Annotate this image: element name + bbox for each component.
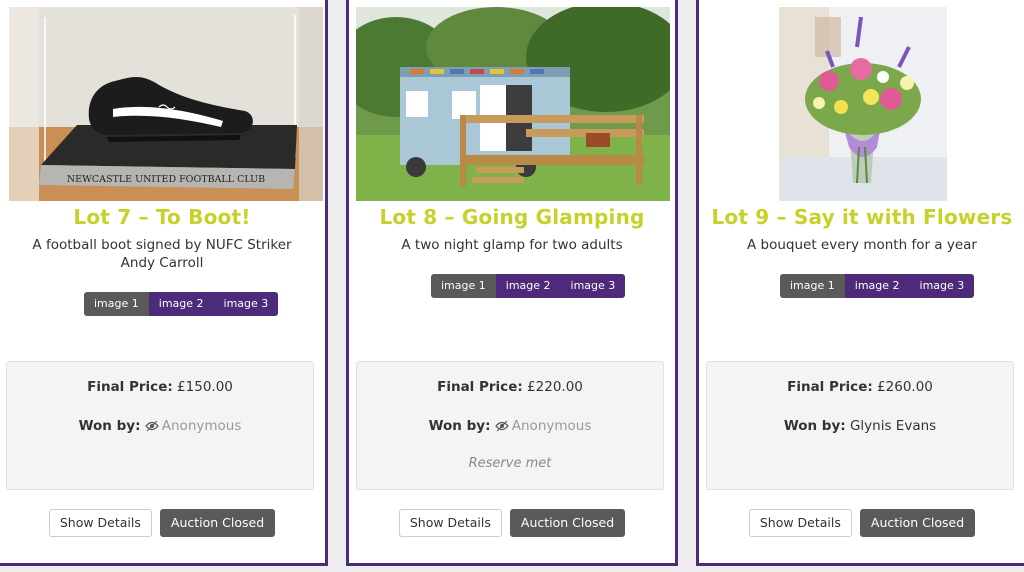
image-tabs: image 1 image 2 image 3: [431, 274, 626, 298]
final-price-label: Final Price:: [87, 379, 173, 395]
lot-description: A two night glamp for two adults: [401, 237, 623, 253]
auction-closed-button[interactable]: Auction Closed: [859, 509, 976, 537]
lot-title[interactable]: Lot 8 – Going Glamping: [349, 205, 675, 229]
lot-description: A bouquet every month for a year: [746, 237, 977, 253]
card-actions: Show Details Auction Closed: [699, 509, 1024, 537]
lot-description: A football boot signed by NUFC Striker A…: [32, 237, 292, 271]
final-price-label: Final Price:: [787, 379, 873, 395]
card-actions: Show Details Auction Closed: [349, 509, 675, 537]
image-tab-1[interactable]: image 1: [431, 274, 496, 298]
final-price-value: £220.00: [527, 379, 583, 395]
won-by-row: Won by: Anonymous: [357, 418, 663, 436]
auction-result-panel: Final Price: £150.00 Won by: Anonymous: [6, 361, 314, 490]
image-tabs: image 1 image 2 image 3: [84, 292, 279, 316]
lot-9-image-flower-bouquet[interactable]: [779, 7, 947, 201]
image-tab-3[interactable]: image 3: [909, 274, 975, 298]
show-details-button[interactable]: Show Details: [398, 509, 502, 537]
eye-icon: [144, 420, 159, 436]
lot-title[interactable]: Lot 9 – Say it with Flowers: [699, 205, 1024, 229]
image-tab-1[interactable]: image 1: [780, 274, 845, 298]
lot-8-image-shepherd-hut[interactable]: [356, 7, 670, 201]
won-by-label: Won by:: [428, 418, 491, 434]
final-price-label: Final Price:: [437, 379, 523, 395]
show-details-button[interactable]: Show Details: [748, 509, 852, 537]
lot-card-7: NEWCASTLE UNITED FOOTBALL CLUB Lot 7 – T…: [0, 0, 328, 566]
auction-result-panel: Final Price: £260.00 Won by: Glynis Evan…: [706, 361, 1014, 490]
image-tab-3[interactable]: image 3: [560, 274, 626, 298]
final-price-value: £260.00: [877, 379, 933, 395]
winner-name: Glynis Evans: [849, 418, 937, 434]
image-tab-3[interactable]: image 3: [213, 292, 279, 316]
image-tab-2[interactable]: image 2: [844, 274, 910, 298]
final-price-row: Final Price: £150.00: [7, 379, 313, 395]
card-actions: Show Details Auction Closed: [0, 509, 325, 537]
lot-card-9: Lot 9 – Say it with Flowers A bouquet ev…: [696, 0, 1024, 566]
auction-closed-button[interactable]: Auction Closed: [159, 509, 276, 537]
auction-closed-button[interactable]: Auction Closed: [509, 509, 626, 537]
image-tab-1[interactable]: image 1: [84, 292, 149, 316]
auction-result-panel: Final Price: £220.00 Won by: Anonymous R…: [356, 361, 664, 490]
won-by-label: Won by:: [78, 418, 141, 434]
eye-icon: [494, 420, 509, 436]
lot-7-image-football-boot[interactable]: NEWCASTLE UNITED FOOTBALL CLUB: [9, 7, 323, 201]
winner-name: Anonymous: [161, 418, 242, 434]
won-by-row: Won by: Glynis Evans: [707, 418, 1013, 434]
show-details-button[interactable]: Show Details: [48, 509, 152, 537]
image-tabs: image 1 image 2 image 3: [780, 274, 975, 298]
lot-7-image-caption: NEWCASTLE UNITED FOOTBALL CLUB: [67, 174, 265, 185]
final-price-row: Final Price: £220.00: [357, 379, 663, 395]
final-price-value: £150.00: [177, 379, 233, 395]
image-tab-2[interactable]: image 2: [148, 292, 214, 316]
final-price-row: Final Price: £260.00: [707, 379, 1013, 395]
reserve-status: Reserve met: [468, 456, 552, 471]
won-by-row: Won by: Anonymous: [7, 418, 313, 436]
lot-card-8: Lot 8 – Going Glamping A two night glamp…: [346, 0, 678, 566]
lot-title[interactable]: Lot 7 – To Boot!: [0, 205, 325, 229]
winner-name: Anonymous: [511, 418, 592, 434]
image-tab-2[interactable]: image 2: [495, 274, 561, 298]
won-by-label: Won by:: [783, 418, 846, 434]
